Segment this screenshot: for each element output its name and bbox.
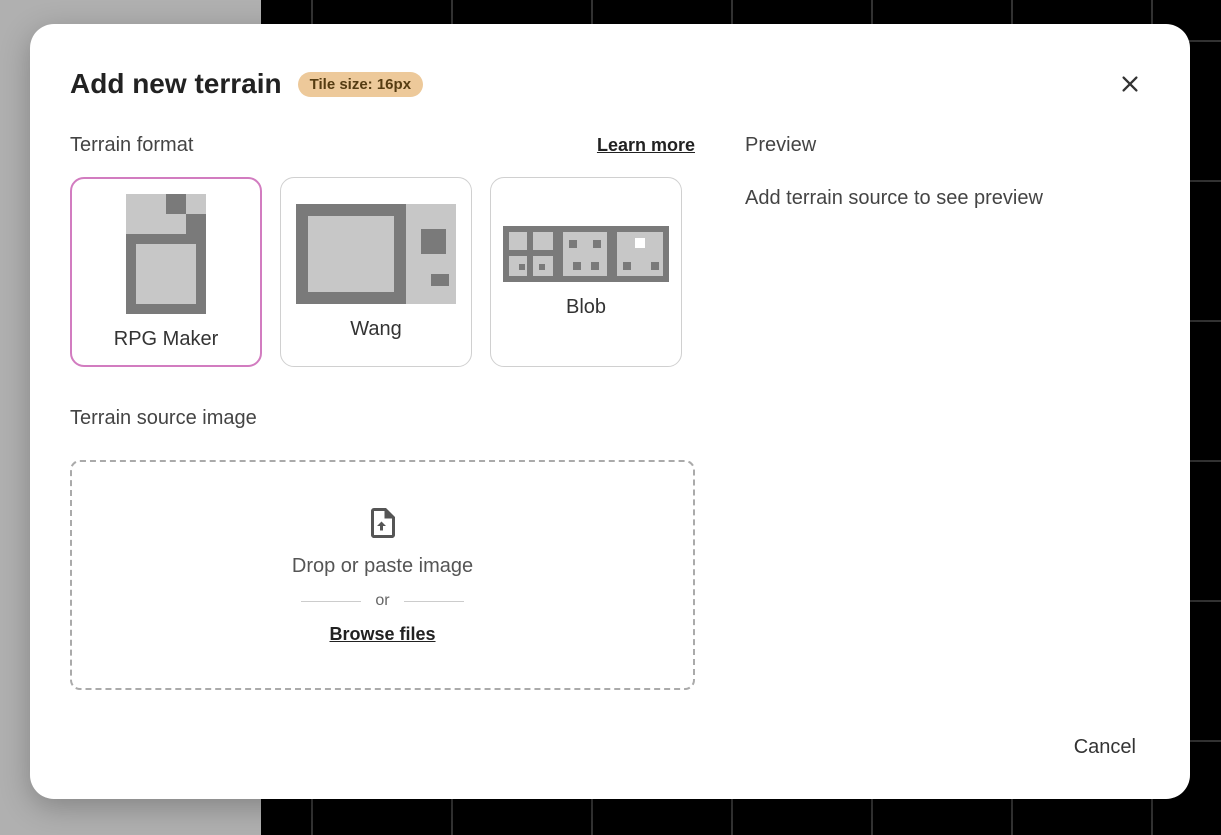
right-column: Preview Add terrain source to see previe…	[745, 134, 1150, 726]
left-column: Terrain format Learn more RPG Maker	[70, 134, 695, 726]
modal-footer: Cancel	[70, 726, 1150, 769]
format-card-wang[interactable]: Wang	[280, 177, 472, 367]
format-card-label: Blob	[566, 296, 606, 319]
learn-more-link[interactable]: Learn more	[597, 135, 695, 156]
wang-thumb-icon	[296, 204, 456, 304]
format-cards: RPG Maker Wang	[70, 177, 695, 367]
tile-size-badge: Tile size: 16px	[298, 72, 423, 97]
format-card-label: Wang	[350, 318, 402, 341]
modal-body: Terrain format Learn more RPG Maker	[70, 134, 1150, 726]
preview-empty-text: Add terrain source to see preview	[745, 187, 1150, 210]
modal-header: Add new terrain Tile size: 16px	[70, 64, 1150, 104]
rpg-maker-thumb-icon	[126, 194, 206, 314]
format-card-label: RPG Maker	[114, 328, 218, 351]
format-label: Terrain format	[70, 134, 193, 157]
format-heading-row: Terrain format Learn more	[70, 134, 695, 157]
dropzone[interactable]: Drop or paste image or Browse files	[70, 460, 695, 690]
or-text: or	[375, 592, 389, 610]
cancel-button[interactable]: Cancel	[1060, 726, 1150, 769]
close-icon	[1119, 73, 1141, 95]
source-label: Terrain source image	[70, 407, 695, 430]
modal-title: Add new terrain	[70, 68, 282, 100]
upload-file-icon	[365, 505, 401, 541]
blob-thumb-icon	[503, 226, 669, 282]
add-terrain-modal: Add new terrain Tile size: 16px Terrain …	[30, 24, 1190, 799]
format-card-rpg-maker[interactable]: RPG Maker	[70, 177, 262, 367]
close-button[interactable]	[1110, 64, 1150, 104]
format-card-blob[interactable]: Blob	[490, 177, 682, 367]
or-divider: or	[301, 592, 463, 610]
preview-label: Preview	[745, 134, 1150, 157]
drop-text: Drop or paste image	[292, 555, 473, 578]
browse-files-link[interactable]: Browse files	[329, 624, 435, 645]
